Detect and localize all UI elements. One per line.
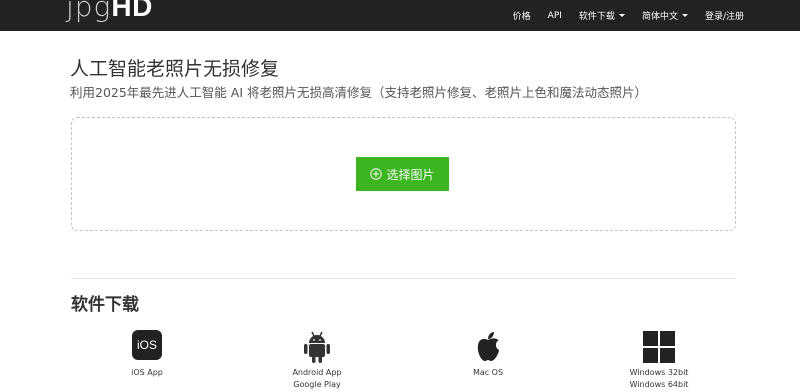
downloads-title: 软件下载 xyxy=(71,295,139,315)
caret-down-icon xyxy=(618,14,625,17)
logo-text-hd: HD xyxy=(111,0,153,22)
download-label: iOS App xyxy=(131,368,163,377)
nav-label: 软件下载 xyxy=(578,12,615,22)
brand-logo[interactable]: jpg HD xyxy=(66,0,153,28)
nav-item-login-register[interactable]: 登录/注册 xyxy=(705,9,744,22)
download-android[interactable]: Android App Google Play xyxy=(262,330,372,391)
android-icon xyxy=(304,331,330,363)
nav-item-software-download[interactable]: 软件下载 xyxy=(579,9,625,22)
logo-text-jpg: jpg xyxy=(66,0,112,23)
select-image-button[interactable]: 选择图片 xyxy=(356,157,449,191)
nav-label: 简体中文 xyxy=(641,12,678,22)
circle-plus-icon xyxy=(370,168,383,180)
nav-label: 价格 xyxy=(512,12,531,22)
download-label: Mac OS xyxy=(472,368,504,377)
select-image-label: 选择图片 xyxy=(386,167,435,182)
download-label: Windows 32bit xyxy=(629,368,689,377)
download-windows[interactable]: Windows 32bit Windows 64bit xyxy=(604,330,714,391)
download-mac[interactable]: Mac OS xyxy=(433,330,543,379)
top-navbar: jpg HD 价格 API 软件下载 简体中文 登录/注册 xyxy=(0,0,800,31)
main-nav: 价格 API 软件下载 简体中文 登录/注册 xyxy=(496,0,744,31)
page-subtitle: 利用2025年最先进人工智能 AI 将老照片无损高清修复（支持老照片修复、老照片… xyxy=(70,85,647,100)
windows-icon xyxy=(643,331,675,363)
download-ios[interactable]: iOS iOS App xyxy=(92,330,202,379)
section-divider xyxy=(71,278,736,279)
download-label-secondary: Windows 64bit xyxy=(629,380,689,389)
nav-label: API xyxy=(547,10,562,21)
download-label: Android App xyxy=(292,368,342,377)
nav-label: 登录/注册 xyxy=(704,12,744,22)
apple-icon xyxy=(477,332,499,361)
page-title: 人工智能老照片无损修复 xyxy=(70,58,280,80)
nav-item-api[interactable]: API xyxy=(548,11,562,21)
nav-item-language[interactable]: 简体中文 xyxy=(642,9,688,22)
nav-item-pricing[interactable]: 价格 xyxy=(513,9,531,22)
caret-down-icon xyxy=(681,14,688,17)
ios-icon: iOS xyxy=(92,330,202,364)
download-label-secondary: Google Play xyxy=(293,380,341,389)
